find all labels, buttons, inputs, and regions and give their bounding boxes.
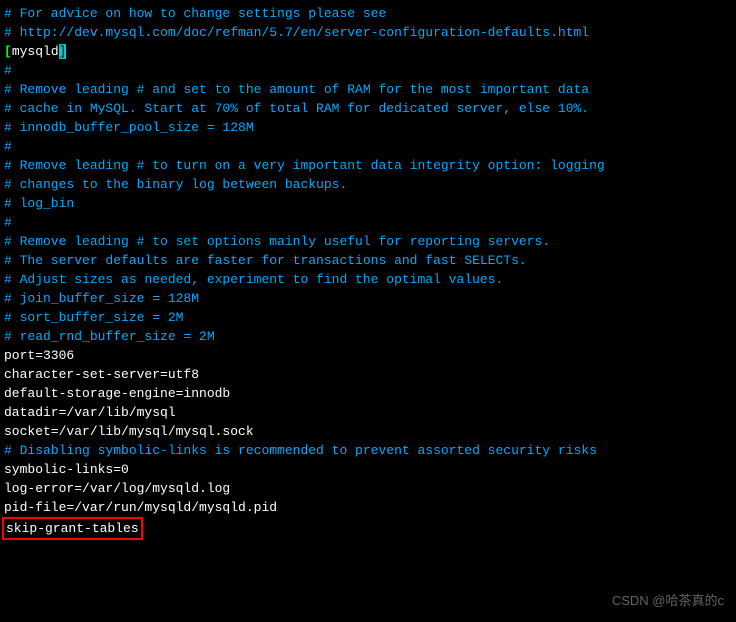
config-comment: #: [4, 137, 732, 156]
config-comment: # changes to the binary log between back…: [4, 175, 732, 194]
config-comment: #: [4, 213, 732, 232]
config-comment: # sort_buffer_size = 2M: [4, 308, 732, 327]
config-line-pidfile: pid-file=/var/run/mysqld/mysqld.pid: [4, 498, 732, 517]
config-line-skipgrant: skip-grant-tables: [4, 517, 732, 540]
config-comment: # Remove leading # to turn on a very imp…: [4, 156, 732, 175]
config-comment: # Remove leading # and set to the amount…: [4, 80, 732, 99]
config-comment: # innodb_buffer_pool_size = 128M: [4, 118, 732, 137]
bracket-close-icon: ]: [59, 44, 67, 59]
config-comment: # For advice on how to change settings p…: [4, 4, 732, 23]
config-comment: # join_buffer_size = 128M: [4, 289, 732, 308]
section-header: [mysqld]: [4, 42, 732, 61]
config-comment: # Adjust sizes as needed, experiment to …: [4, 270, 732, 289]
watermark-text: CSDN @哈茶真的c: [612, 591, 724, 610]
config-line-datadir: datadir=/var/lib/mysql: [4, 403, 732, 422]
config-comment: #: [4, 61, 732, 80]
config-comment: # The server defaults are faster for tra…: [4, 251, 732, 270]
config-comment: # read_rnd_buffer_size = 2M: [4, 327, 732, 346]
bracket-open-icon: [: [4, 44, 12, 59]
config-line-charset: character-set-server=utf8: [4, 365, 732, 384]
config-comment: # Remove leading # to set options mainly…: [4, 232, 732, 251]
config-line-symlinks: symbolic-links=0: [4, 460, 732, 479]
config-line-engine: default-storage-engine=innodb: [4, 384, 732, 403]
config-comment: # log_bin: [4, 194, 732, 213]
config-comment: # cache in MySQL. Start at 70% of total …: [4, 99, 732, 118]
highlighted-directive: skip-grant-tables: [2, 517, 143, 540]
config-line-port: port=3306: [4, 346, 732, 365]
terminal-editor[interactable]: # For advice on how to change settings p…: [4, 4, 732, 540]
config-comment: # Disabling symbolic-links is recommende…: [4, 441, 732, 460]
section-name: mysqld: [12, 44, 59, 59]
config-line-logerror: log-error=/var/log/mysqld.log: [4, 479, 732, 498]
config-comment: # http://dev.mysql.com/doc/refman/5.7/en…: [4, 23, 732, 42]
config-line-socket: socket=/var/lib/mysql/mysql.sock: [4, 422, 732, 441]
